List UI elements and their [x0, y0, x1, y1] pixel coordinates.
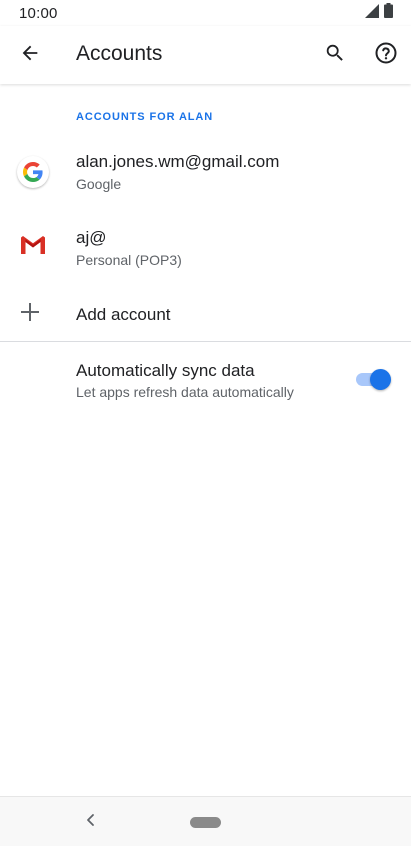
nav-back-button[interactable]: [78, 809, 104, 835]
account-email: aj@: [76, 228, 107, 247]
account-avatar: [17, 156, 49, 188]
accounts-screen: 10:00 Accounts ACCOUNTS FOR ALAN alan.jo…: [0, 0, 411, 846]
account-row-google[interactable]: alan.jones.wm@gmail.com Google: [0, 140, 411, 208]
auto-sync-row[interactable]: Automatically sync data Let apps refresh…: [0, 350, 411, 410]
account-type: Google: [76, 176, 122, 192]
gmail-icon: [21, 235, 45, 259]
auto-sync-title: Automatically sync data: [76, 361, 255, 380]
battery-icon: [384, 3, 393, 23]
app-bar: Accounts: [0, 26, 411, 84]
account-avatar: [17, 231, 49, 263]
status-bar: 10:00: [0, 0, 411, 26]
back-arrow-icon: [19, 42, 41, 69]
account-email: alan.jones.wm@gmail.com: [76, 152, 280, 171]
page-title: Accounts: [76, 42, 163, 65]
add-icon-wrap: [14, 298, 46, 330]
section-header: ACCOUNTS FOR ALAN: [76, 111, 214, 123]
status-time: 10:00: [19, 4, 58, 22]
back-button[interactable]: [6, 31, 54, 79]
toggle-thumb: [370, 369, 391, 390]
divider: [0, 341, 411, 342]
search-icon: [324, 42, 346, 69]
help-button[interactable]: [362, 31, 410, 79]
auto-sync-subtitle: Let apps refresh data automatically: [76, 384, 294, 400]
home-pill-icon[interactable]: [190, 817, 221, 828]
account-type: Personal (POP3): [76, 252, 182, 268]
status-icons: [365, 3, 393, 23]
system-nav-bar: [0, 796, 411, 846]
plus-icon: [19, 301, 41, 328]
search-button[interactable]: [311, 31, 359, 79]
signal-icon: [365, 3, 379, 23]
add-account-button[interactable]: Add account: [0, 290, 411, 338]
nav-back-icon: [85, 813, 97, 832]
help-icon: [374, 41, 398, 70]
account-row-pop3[interactable]: aj@ Personal (POP3): [0, 216, 411, 284]
google-icon: [17, 156, 49, 188]
add-account-label: Add account: [76, 305, 171, 324]
auto-sync-toggle[interactable]: [354, 367, 392, 391]
